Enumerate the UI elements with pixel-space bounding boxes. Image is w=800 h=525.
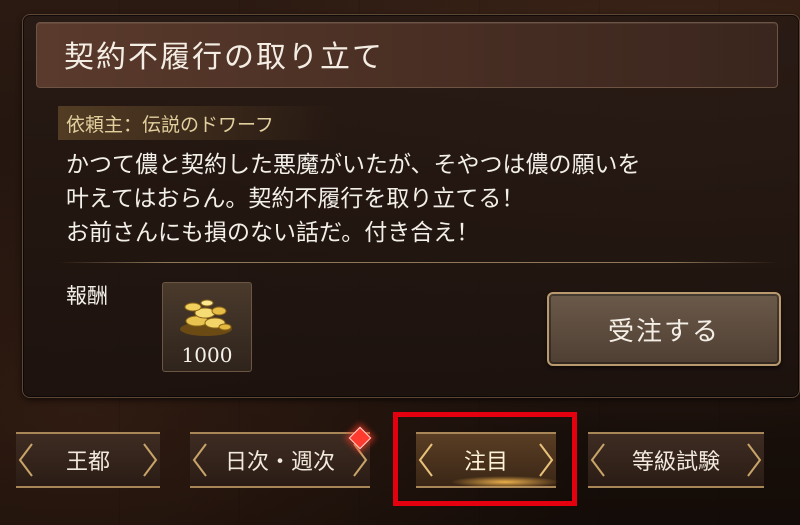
tab-label: 等級試験: [631, 450, 720, 475]
gold-coins-icon: [180, 299, 232, 336]
divider: [58, 262, 778, 263]
tab-ornament-left-icon: [192, 443, 207, 477]
tab-ornament-left-icon: [590, 443, 605, 477]
quest-description: かつて儂と契約した悪魔がいたが、そやつは儂の願いを 叶えてはおらん。契約不履行を…: [66, 152, 641, 246]
tab-rank-exam[interactable]: 等級試験: [588, 432, 764, 488]
reward-item[interactable]: 1000: [162, 282, 252, 372]
tab-label: 王都: [65, 450, 110, 475]
tab-label: 日次・週次: [224, 450, 335, 475]
reward-amount: 1000: [181, 343, 233, 367]
highlight-annotation: [393, 412, 577, 506]
reward-label: 報酬: [66, 284, 108, 308]
tab-ornament-left-icon: [18, 443, 33, 477]
tab-royal-capital[interactable]: 王都: [16, 432, 160, 488]
accept-quest-button[interactable]: 受注する: [547, 292, 781, 366]
tab-ornament-right-icon: [143, 443, 158, 477]
quest-title: 契約不履行の取り立て: [64, 40, 384, 75]
tab-daily-weekly[interactable]: 日次・週次: [190, 432, 370, 488]
tab-ornament-right-icon: [747, 443, 762, 477]
quest-client: 依頼主：伝説のドワーフ: [66, 114, 274, 136]
